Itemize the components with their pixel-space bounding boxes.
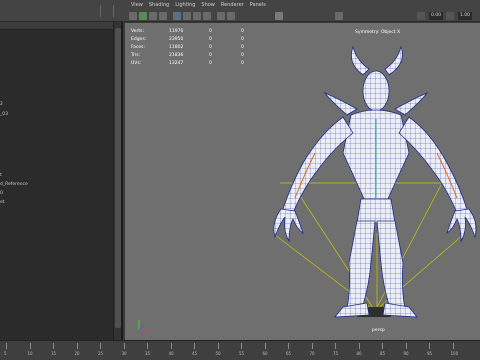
isolate-icon[interactable] [227,12,235,20]
outliner-item[interactable]: et [0,200,5,205]
shadow-icon[interactable] [217,12,225,20]
timeline-tick-label: 70 [309,351,315,356]
timeline-tick [382,343,383,349]
timeline-tick-label: 40 [168,351,174,356]
timeline-tick-label: 75 [333,351,339,356]
grid-icon[interactable] [159,12,167,20]
gamma-icon[interactable] [335,12,343,20]
timeline-tick [194,343,195,349]
timeline-tick [264,343,266,349]
smooth-shade-icon[interactable] [183,12,191,20]
timeline-tick [358,343,360,349]
bookmark-icon[interactable] [149,12,157,20]
timeline-tick [288,343,289,349]
outliner-item[interactable]: 2 [0,102,3,107]
axis-gizmo-icon [138,320,149,331]
timeline-tick [452,343,454,349]
outliner-item[interactable]: d_Reference [0,182,28,187]
exposure-field[interactable]: 0.00 [429,12,443,20]
outliner-panel: 2 _03 t d_Reference 0 et [0,22,123,340]
lock-icon[interactable] [139,12,147,20]
menu-lighting[interactable]: Lighting [175,2,195,8]
timeline-tick-label: 85 [380,351,386,356]
timeline-tick [53,343,54,349]
timeline-tick-label: 35 [145,351,151,356]
timeline-tick [429,343,430,349]
outliner-item[interactable]: 0 [0,191,3,196]
timeline-tick-label: 30 [121,351,127,356]
timeline-tick [123,343,125,349]
gamma-field[interactable]: 1.00 [458,12,472,20]
outliner-item[interactable]: t [0,173,2,178]
camera-icon[interactable] [129,12,137,20]
outliner-item[interactable]: _03 [0,112,8,117]
creature-body [273,45,477,318]
timeline-tick-label: 55 [239,351,245,356]
maya-window: 2 _03 t d_Reference 0 et View Shading Li… [0,0,480,360]
timeline-tick [100,343,101,349]
wireframe-icon[interactable] [173,12,181,20]
menu-renderer[interactable]: Renderer [221,2,244,8]
menu-panels[interactable]: Panels [250,2,266,8]
viewport-menubar: View Shading Lighting Show Renderer Pane… [125,0,480,10]
timeline-tick-label: 65 [286,351,292,356]
timeline-tick-label: 50 [215,351,221,356]
timeline-tick [217,343,219,349]
timeline-tick-label: 95 [427,351,433,356]
creature-mesh[interactable] [125,23,480,340]
timeline-tick [29,343,31,349]
time-slider[interactable]: 5 10 15 20 25 30 35 40 45 50 55 60 65 70 75 80 85 90 95 100 [0,340,480,360]
toggle-icon[interactable] [446,12,454,20]
menu-shading[interactable]: Shading [149,2,169,8]
menu-show[interactable]: Show [201,2,215,8]
timeline-tick-label: 90 [403,351,409,356]
menu-view[interactable]: View [131,2,143,8]
timeline-tick-label: 15 [51,351,57,356]
xray-icon[interactable] [275,12,283,20]
camera-name-label: persp [372,328,385,333]
timeline-tick [170,343,172,349]
viewport-toolbar: 0.00 1.00 [125,10,480,22]
timeline-tick-label: 25 [98,351,104,356]
lights-icon[interactable] [203,12,211,20]
timeline-tick [6,343,7,349]
timeline-tick-label: 45 [192,351,198,356]
timeline-tick-label: 5 [4,351,7,356]
timeline-tick [76,343,78,349]
timeline-tick-label: 80 [356,351,362,356]
outliner-scrollbar[interactable] [113,22,121,340]
timeline-tick [335,343,336,349]
timeline-tick-label: 10 [27,351,33,356]
timeline-tick-label: 20 [74,351,80,356]
timeline-tick-label: 60 [262,351,268,356]
textured-icon[interactable] [193,12,201,20]
outliner-header [0,22,121,30]
toggle-icon[interactable] [417,12,425,20]
perspective-viewport[interactable]: Verts: 11976 0 0 Edges: 23950 0 0 Faces:… [125,23,480,340]
timeline-tick [311,343,313,349]
timeline-tick [405,343,407,349]
scrollbar-thumb[interactable] [115,28,121,328]
timeline-tick [241,343,242,349]
timeline-tick [147,343,148,349]
panel-grip-icon[interactable] [100,5,114,17]
timeline-tick-label: 100 [450,351,459,356]
